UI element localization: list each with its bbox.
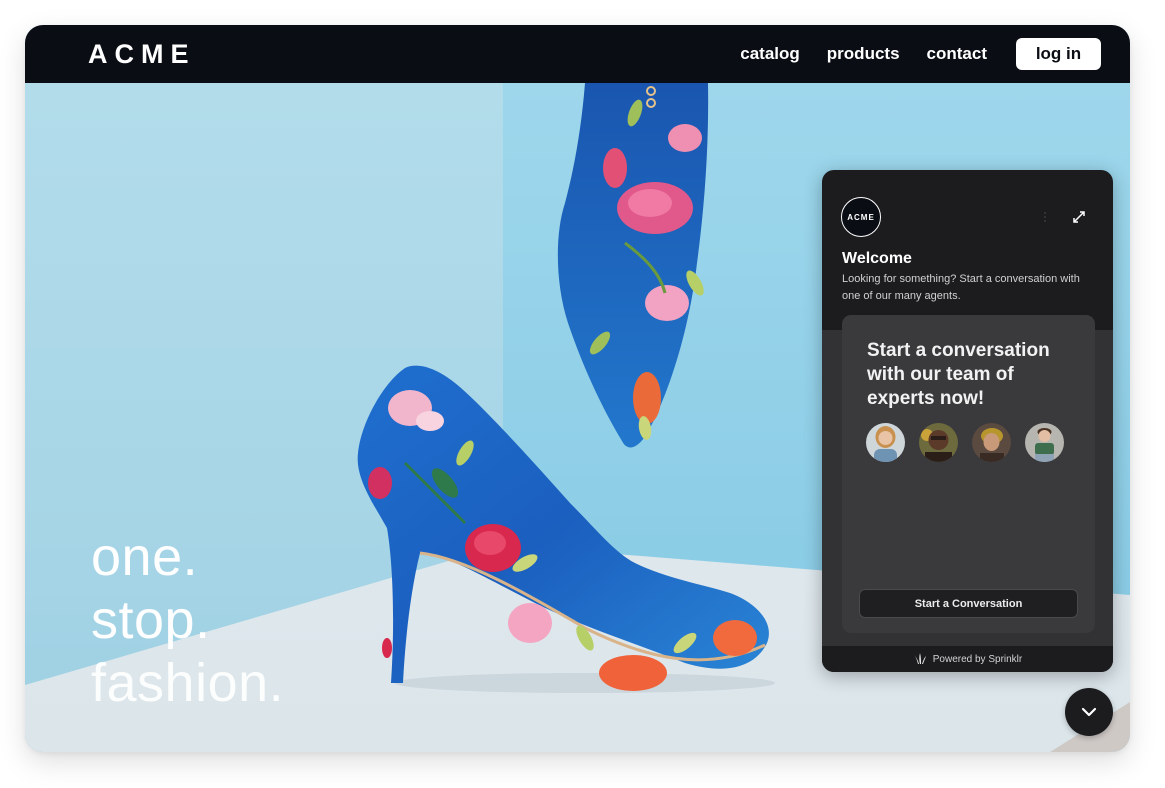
card-title: Start a conversation with our team of ex… <box>867 340 1050 409</box>
agent-avatar <box>919 423 958 462</box>
start-conversation-button[interactable]: Start a Conversation <box>859 589 1078 618</box>
collapse-chat-button[interactable] <box>1065 688 1113 736</box>
nav-link-products[interactable]: products <box>827 44 900 64</box>
acme-logo[interactable]: ACME <box>88 39 196 70</box>
nav-link-catalog[interactable]: catalog <box>740 44 800 64</box>
nav-link-contact[interactable]: contact <box>927 44 987 64</box>
hero-tagline: one. stop. fashion. <box>91 526 284 715</box>
chat-welcome-subtitle: Looking for something? Start a conversat… <box>842 273 1080 302</box>
top-nav: ACME catalog products contact log in <box>25 25 1130 83</box>
chevron-down-icon <box>1081 707 1097 717</box>
expand-icon[interactable] <box>1071 209 1087 225</box>
login-button[interactable]: log in <box>1016 38 1101 70</box>
nav-links: catalog products contact <box>740 44 987 64</box>
more-vertical-icon[interactable] <box>1040 210 1050 226</box>
shoe-shadow <box>395 673 775 693</box>
powered-by-text[interactable]: Powered by Sprinklr <box>933 654 1022 665</box>
chat-footer: Powered by Sprinklr <box>822 646 1113 672</box>
tagline-line-2: stop. <box>91 590 211 650</box>
chat-brand-avatar: ACME <box>841 197 881 237</box>
tagline-line-3: fashion. <box>91 653 285 713</box>
agent-avatar <box>1025 423 1064 462</box>
start-conversation-card: Start a conversation with our team of ex… <box>842 315 1095 633</box>
agent-avatar <box>972 423 1011 462</box>
tagline-line-1: one. <box>91 527 199 587</box>
agent-avatars <box>866 423 1064 462</box>
agent-avatar <box>866 423 905 462</box>
chat-welcome-title: Welcome <box>842 250 912 267</box>
sprinklr-logo-icon <box>913 653 926 664</box>
